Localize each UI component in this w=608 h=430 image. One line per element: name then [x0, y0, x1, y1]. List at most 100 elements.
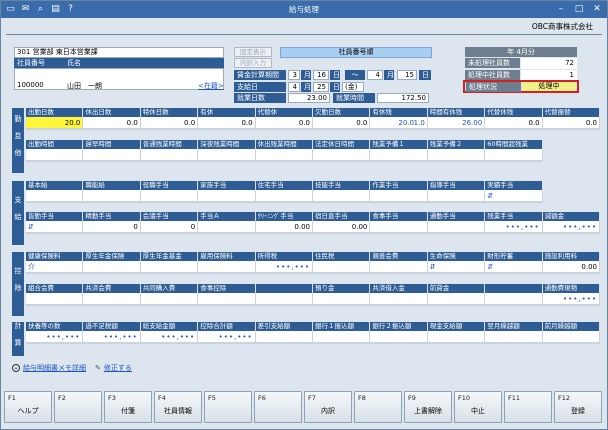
payment-value[interactable]: 0	[140, 221, 199, 233]
payment-value[interactable]	[313, 190, 371, 202]
attendance-value[interactable]: 20.0	[26, 117, 84, 129]
pay-month[interactable]: 4	[288, 82, 300, 92]
deduction-value[interactable]	[427, 293, 486, 305]
deduction-value[interactable]	[140, 293, 199, 305]
payment-value[interactable]: ⇵	[485, 190, 543, 202]
attendance-value[interactable]	[83, 149, 141, 161]
maximize-icon[interactable]: □	[573, 3, 585, 15]
sort-order-select[interactable]: 社員番号順	[280, 47, 432, 58]
payment-value[interactable]: •••,•••	[542, 221, 600, 233]
function-key-f8[interactable]: F8	[354, 391, 402, 423]
period-from-day[interactable]: 16	[313, 70, 329, 80]
payment-value[interactable]: 0.00	[313, 221, 371, 233]
attendance-value[interactable]	[26, 149, 84, 161]
function-key-f11[interactable]: F11	[504, 391, 552, 423]
payment-value[interactable]	[370, 221, 428, 233]
deduction-value[interactable]	[313, 261, 371, 273]
payment-value[interactable]	[140, 190, 199, 202]
attendance-value[interactable]: 0.0	[313, 117, 371, 129]
close-icon[interactable]: ✕	[591, 3, 603, 15]
attendance-value[interactable]: 0.0	[83, 117, 141, 129]
attendance-value[interactable]: 0.0	[198, 117, 256, 129]
totals-value[interactable]	[542, 331, 600, 343]
payment-value[interactable]	[198, 190, 256, 202]
attendance-value[interactable]	[485, 149, 543, 161]
attendance-value[interactable]	[140, 149, 199, 161]
attendance-value[interactable]: 1.0 20.0	[370, 117, 428, 129]
attendance-value[interactable]: 0.0	[140, 117, 199, 129]
function-key-f6[interactable]: F6	[254, 391, 302, 423]
deduction-value[interactable]: 介	[26, 261, 84, 273]
function-key-f5[interactable]: F5	[204, 391, 252, 423]
deduction-value[interactable]	[198, 293, 256, 305]
payment-value[interactable]	[427, 190, 486, 202]
work-days-value[interactable]: 23.00	[288, 93, 330, 103]
deduction-value[interactable]	[370, 293, 428, 305]
deduction-value[interactable]	[255, 293, 313, 305]
payment-value[interactable]: •••,•••	[485, 221, 543, 233]
function-key-f12[interactable]: F12 登録	[554, 391, 602, 423]
deduction-value[interactable]	[485, 293, 543, 305]
attendance-value[interactable]	[370, 149, 428, 161]
deduction-value[interactable]	[26, 293, 84, 305]
attendance-value[interactable]	[198, 149, 256, 161]
payment-value[interactable]	[427, 221, 486, 233]
chevron-down-icon[interactable]: ⌄	[12, 364, 20, 372]
function-key-f4[interactable]: F4 社員情報	[154, 391, 202, 423]
payment-value[interactable]	[26, 190, 84, 202]
work-hours-value[interactable]: 172.50	[377, 93, 429, 103]
deduction-value[interactable]	[83, 261, 141, 273]
totals-value[interactable]: •••,•••	[198, 331, 256, 343]
period-from-month[interactable]: 3	[288, 70, 300, 80]
pay-day[interactable]: 25	[313, 82, 329, 92]
payment-value[interactable]	[255, 190, 313, 202]
deduction-value[interactable]: ⇵	[427, 261, 486, 273]
deduction-value[interactable]: 0.00	[542, 261, 600, 273]
employee-row[interactable]	[14, 68, 224, 90]
function-key-f1[interactable]: F1 ヘルプ	[4, 391, 52, 423]
attendance-value[interactable]: 26.00	[427, 117, 486, 129]
totals-value[interactable]	[485, 331, 543, 343]
attendance-value[interactable]: 0.0	[542, 117, 600, 129]
function-key-f2[interactable]: F2	[54, 391, 102, 423]
deduction-value[interactable]: •••,•••	[542, 293, 600, 305]
attendance-value[interactable]	[255, 149, 313, 161]
deduction-value[interactable]	[83, 293, 141, 305]
function-key-f10[interactable]: F10 中止	[454, 391, 502, 423]
deduction-value[interactable]	[198, 261, 256, 273]
function-key-f9[interactable]: F9 上書解除	[404, 391, 452, 423]
status-link[interactable]: <在籍>	[198, 81, 224, 91]
totals-value[interactable]	[427, 331, 486, 343]
totals-value[interactable]	[313, 331, 371, 343]
payment-value[interactable]	[370, 190, 428, 202]
attendance-value[interactable]: 0.0	[485, 117, 543, 129]
minimize-icon[interactable]: –	[555, 3, 567, 15]
payment-value[interactable]	[198, 221, 256, 233]
period-to-day[interactable]: 15	[397, 70, 417, 80]
totals-value[interactable]: •••,•••	[26, 331, 84, 343]
payment-value[interactable]: 0	[83, 221, 141, 233]
fixed-display-button[interactable]: 固定表示	[234, 47, 272, 57]
payment-value[interactable]: 0.00	[255, 221, 313, 233]
function-key-f7[interactable]: F7 内訳	[304, 391, 352, 423]
attendance-value[interactable]	[427, 149, 486, 161]
memo-detail-link[interactable]: 給与明細書メモ詳細	[23, 363, 86, 373]
deduction-value[interactable]	[140, 261, 199, 273]
attendance-value[interactable]	[313, 149, 371, 161]
payment-value[interactable]: ⇵	[26, 221, 84, 233]
payment-value[interactable]	[83, 190, 141, 202]
edit-link[interactable]: 修正する	[104, 363, 132, 373]
totals-value[interactable]	[370, 331, 428, 343]
deduction-value[interactable]	[313, 293, 371, 305]
function-key-f3[interactable]: F3 付箋	[104, 391, 152, 423]
attendance-value[interactable]: 0.0	[255, 117, 313, 129]
totals-value[interactable]: •••,•••	[140, 331, 199, 343]
totals-value[interactable]	[255, 331, 313, 343]
deduction-value[interactable]: ⇵	[485, 261, 543, 273]
department-field[interactable]: 301 営業部 東日本営業課	[14, 47, 224, 58]
totals-value[interactable]: •••,•••	[83, 331, 141, 343]
deduction-value[interactable]: •••,•••	[255, 261, 313, 273]
detail-input-button[interactable]: 内訳入力	[234, 58, 272, 68]
period-to-month[interactable]: 4	[367, 70, 383, 80]
deduction-value[interactable]	[370, 261, 428, 273]
